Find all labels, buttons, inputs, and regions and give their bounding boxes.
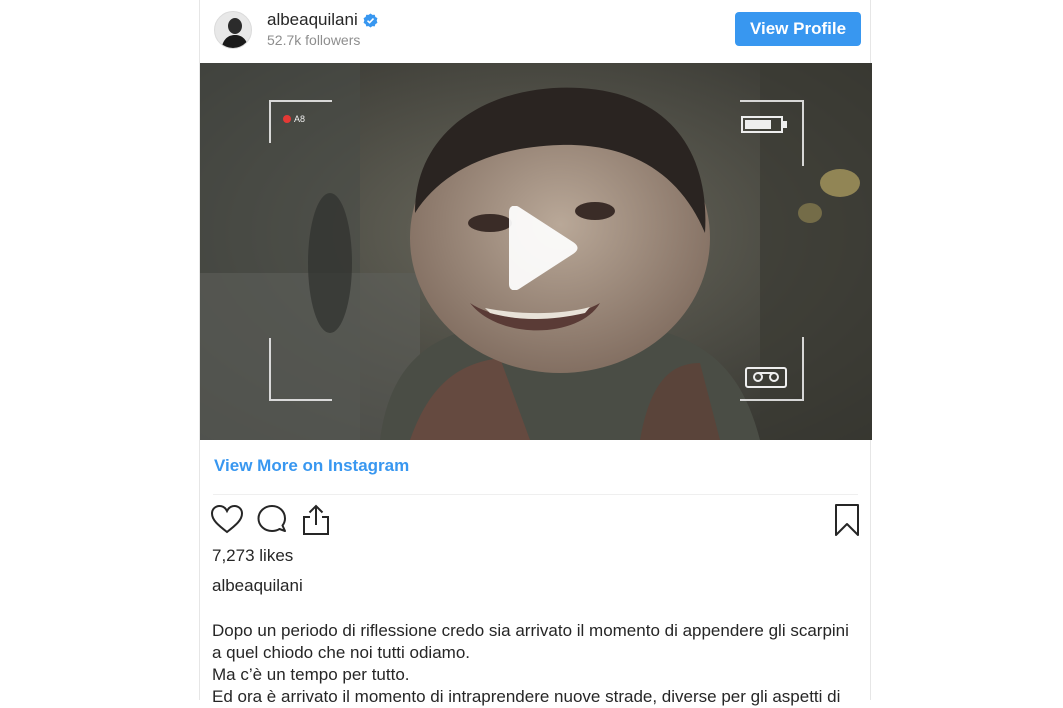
username-row: albeaquilani — [267, 10, 378, 30]
verified-badge-icon — [363, 12, 378, 28]
cassette-icon — [745, 367, 787, 388]
followers-count: 52.7k followers — [267, 32, 361, 48]
record-dot-icon — [283, 115, 291, 123]
caption-username[interactable]: albeaquilani — [212, 576, 303, 596]
share-icon[interactable] — [299, 503, 333, 537]
likes-count: 7,273 likes — [212, 546, 294, 565]
avatar-image — [215, 12, 251, 48]
divider — [213, 494, 858, 495]
action-bar — [210, 503, 862, 539]
battery-icon — [741, 116, 787, 133]
video-media[interactable]: A8 — [200, 63, 872, 440]
caption-line: Ma c’è un tempo per tutto. — [212, 665, 410, 684]
caption-line: Ed ora è arrivato il momento di intrapre… — [212, 687, 841, 706]
avatar[interactable] — [214, 11, 252, 49]
instagram-embed: albeaquilani 52.7k followers View Profil… — [199, 0, 872, 706]
caption-line: Dopo un periodo di riflessione credo sia… — [212, 621, 849, 662]
record-label: A8 — [294, 114, 306, 124]
view-profile-button[interactable]: View Profile — [735, 12, 861, 46]
record-indicator: A8 — [283, 114, 305, 124]
play-icon[interactable] — [499, 206, 579, 290]
username[interactable]: albeaquilani — [267, 10, 358, 30]
view-more-link[interactable]: View More on Instagram — [214, 456, 409, 476]
bookmark-icon[interactable] — [830, 503, 864, 537]
comment-icon[interactable] — [255, 503, 289, 537]
heart-icon[interactable] — [210, 503, 244, 537]
post-header: albeaquilani 52.7k followers View Profil… — [200, 0, 872, 62]
